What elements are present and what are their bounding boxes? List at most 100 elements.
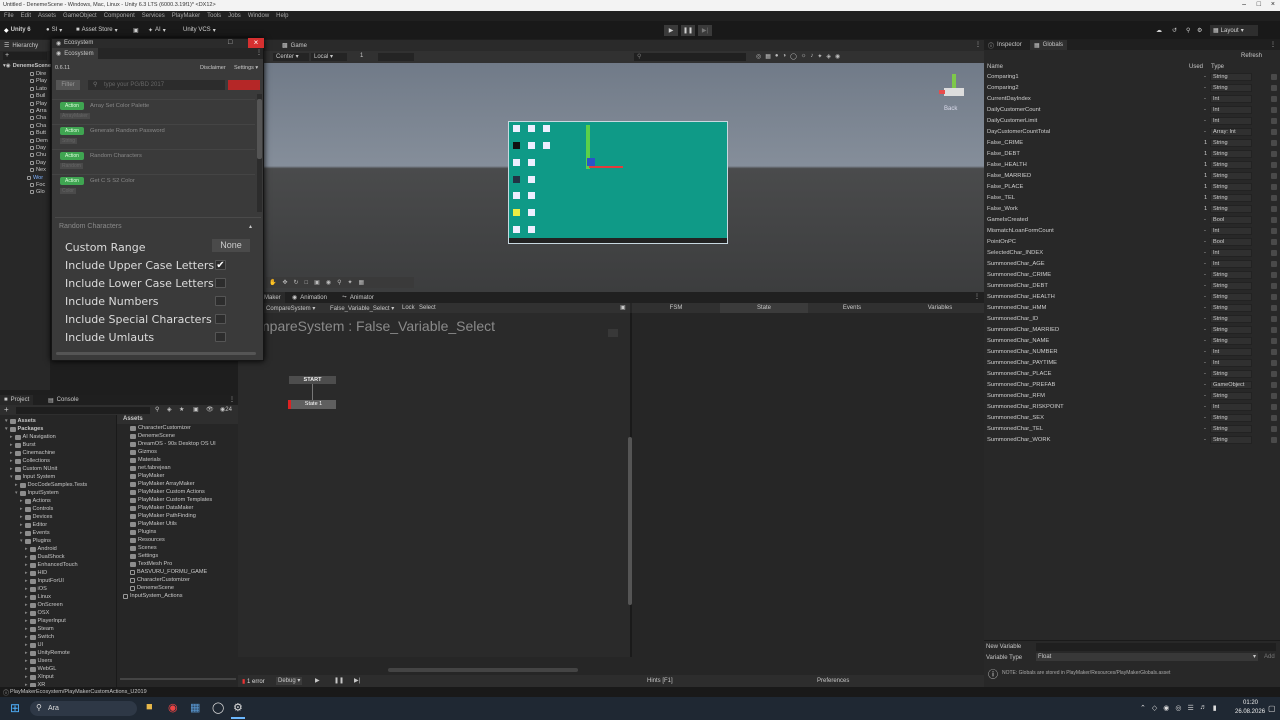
delete-variable-icon[interactable] [1271, 305, 1277, 311]
project-folder[interactable]: ▸ DualShock [25, 553, 65, 561]
menu-item-8[interactable]: Jobs [228, 13, 241, 19]
more-menu-icon[interactable]: ⋮ [1270, 41, 1276, 48]
global-variable-row[interactable]: SummonedChar_ID - String [986, 314, 1278, 325]
project-folder[interactable]: ▸ AI Navigation [10, 433, 56, 441]
audio-icon[interactable]: ♪ [810, 53, 813, 61]
close-button[interactable]: × [248, 38, 264, 48]
search-by-type-icon[interactable]: ⚲ [155, 406, 159, 413]
error-count[interactable]: ▮ 1 error [242, 678, 265, 685]
expand-arrow-icon[interactable]: ▸ [20, 498, 23, 504]
variable-type-dropdown[interactable]: String [1210, 304, 1252, 312]
move-gizmo-z[interactable] [587, 158, 595, 166]
global-variable-row[interactable]: PointOnPC - Bool [986, 237, 1278, 248]
tab-project[interactable]: ■ Project [0, 395, 34, 405]
asset-item[interactable]: CharacterCustomizer [130, 424, 191, 432]
play-button[interactable]: ▶ [664, 25, 678, 36]
tab-variables[interactable]: Variables [896, 303, 984, 313]
variable-type-dropdown[interactable]: String [1210, 172, 1252, 180]
project-folder[interactable]: ▸ Collections [10, 457, 50, 465]
search-clear-button[interactable] [228, 80, 260, 90]
menu-item-5[interactable]: Services [142, 13, 165, 19]
variable-type-dropdown[interactable]: Float ▾ [1036, 653, 1258, 661]
used-column-header[interactable]: Used [1189, 64, 1203, 70]
icon-size-slider[interactable] [120, 678, 236, 680]
delete-variable-icon[interactable] [1271, 360, 1277, 366]
wireframe-icon[interactable]: ◑ [783, 53, 787, 61]
chrome-icon[interactable]: ◉ [168, 701, 178, 714]
menu-item-2[interactable]: Assets [38, 13, 56, 19]
variable-type-dropdown[interactable]: String [1210, 271, 1252, 279]
fsm-variable-dropdown[interactable]: False_Variable_Select ▾ [330, 305, 394, 312]
project-folder[interactable]: ▸ Switch [25, 633, 54, 641]
variable-type-dropdown[interactable]: Int [1210, 95, 1252, 103]
grid-icon[interactable]: ▦ [765, 53, 771, 61]
asset-item[interactable]: TextMesh Pro [130, 560, 172, 568]
delete-variable-icon[interactable] [1271, 283, 1277, 289]
global-variable-row[interactable]: SummonedChar_PAYTIME - Int [986, 358, 1278, 369]
notification-icon[interactable]: ▢ [1268, 704, 1276, 713]
name-column-header[interactable]: Name [987, 64, 1003, 70]
expand-arrow-icon[interactable]: ▸ [10, 458, 13, 464]
cloud-icon[interactable]: ☁ [1156, 25, 1162, 35]
global-variable-row[interactable]: False_MARRIED 1 String [986, 171, 1278, 182]
unity-hub-icon[interactable]: ⚙ [233, 701, 243, 714]
delete-variable-icon[interactable] [1271, 327, 1277, 333]
expand-arrow-icon[interactable]: ▸ [10, 442, 13, 448]
expand-arrow-icon[interactable]: ▸ [25, 594, 28, 600]
graph-minimap-toggle[interactable] [608, 329, 618, 337]
asset-item[interactable]: PlayMaker DataMaker [130, 504, 193, 512]
expand-arrow-icon[interactable]: ▾ [15, 490, 18, 496]
delete-variable-icon[interactable] [1271, 96, 1277, 102]
global-variable-row[interactable]: GameIsCreated - Bool [986, 215, 1278, 226]
minimize-icon[interactable]: – [1242, 1, 1246, 8]
global-variable-row[interactable]: SummonedChar_SEX - String [986, 413, 1278, 424]
asset-item[interactable]: PlayMaker ArrayMaker [130, 480, 195, 488]
tab-ecosystem[interactable]: ◉ Ecosystem [52, 48, 98, 59]
expand-arrow-icon[interactable]: ▸ [20, 522, 23, 528]
menu-item-4[interactable]: Component [104, 13, 135, 19]
asset-item[interactable]: Scenes [130, 544, 157, 552]
graph-vertical-scrollbar[interactable] [628, 437, 632, 605]
project-folder[interactable]: ▸ Events [20, 529, 50, 537]
project-folder[interactable]: ▸ XInput [25, 673, 54, 681]
type-column-header[interactable]: Type [1211, 64, 1224, 70]
delete-variable-icon[interactable] [1271, 195, 1277, 201]
asset-store-button[interactable]: ■ Asset Store ▾ [76, 25, 118, 35]
ecosystem-action-row[interactable]: Action Generate Random Password String [52, 124, 255, 147]
project-folder[interactable]: ▸ iOS [25, 585, 47, 593]
expand-arrow-icon[interactable]: ▾ [20, 538, 23, 544]
project-folder[interactable]: ▸ Controls [20, 505, 53, 513]
project-folder[interactable]: ▸ Custom NUnit [10, 465, 57, 473]
asset-item[interactable]: BASVURU_FORMU_GAME [130, 568, 207, 576]
hidden-packages-icon[interactable]: 👁 [206, 406, 214, 413]
asset-item[interactable]: Gizmos [130, 448, 157, 456]
option-checkbox[interactable] [215, 278, 226, 288]
delete-variable-icon[interactable] [1271, 415, 1277, 421]
global-variable-row[interactable]: SummonedChar_DEBT - String [986, 281, 1278, 292]
project-folder[interactable]: ▸ UI [25, 641, 43, 649]
filter-icon[interactable]: ◈ [167, 406, 172, 413]
asset-item[interactable]: DreamOS - 90s Desktop OS UI [130, 440, 216, 448]
variable-type-dropdown[interactable]: Int [1210, 260, 1252, 268]
global-variable-row[interactable]: SummonedChar_AGE - Int [986, 259, 1278, 270]
maximize-icon[interactable]: □ [228, 39, 232, 46]
pause-debug-icon[interactable]: ❚❚ [334, 677, 344, 684]
delete-variable-icon[interactable] [1271, 118, 1277, 124]
variable-type-dropdown[interactable]: Array: Int [1210, 128, 1252, 136]
asset-item[interactable]: DenemeScene [130, 432, 175, 440]
disclaimer-button[interactable]: Disclaimer [200, 65, 226, 71]
file-explorer-icon[interactable]: ■ [146, 701, 153, 713]
zoom-tool-icon[interactable]: ⚲ [337, 279, 341, 286]
tab-animator[interactable]: ⥊ Animator [338, 292, 378, 303]
variable-type-dropdown[interactable]: String [1210, 139, 1252, 147]
project-folder[interactable]: ▸ UnityRemote [25, 649, 70, 657]
tab-console[interactable]: ▤ Console [44, 395, 83, 405]
project-folder[interactable]: ▸ Devices [20, 513, 52, 521]
unity-vcs-button[interactable]: Unity VCS ▾ [183, 25, 216, 35]
variable-type-dropdown[interactable]: String [1210, 425, 1252, 433]
option-checkbox[interactable]: ✔ [215, 260, 226, 271]
menu-item-0[interactable]: File [4, 13, 14, 19]
fsm-graph-canvas[interactable]: mpareSystem : False_Variable_Select STAR… [238, 313, 630, 657]
global-variable-row[interactable]: Comparing1 - String [986, 72, 1278, 83]
global-variable-row[interactable]: False_Work 1 String [986, 204, 1278, 215]
